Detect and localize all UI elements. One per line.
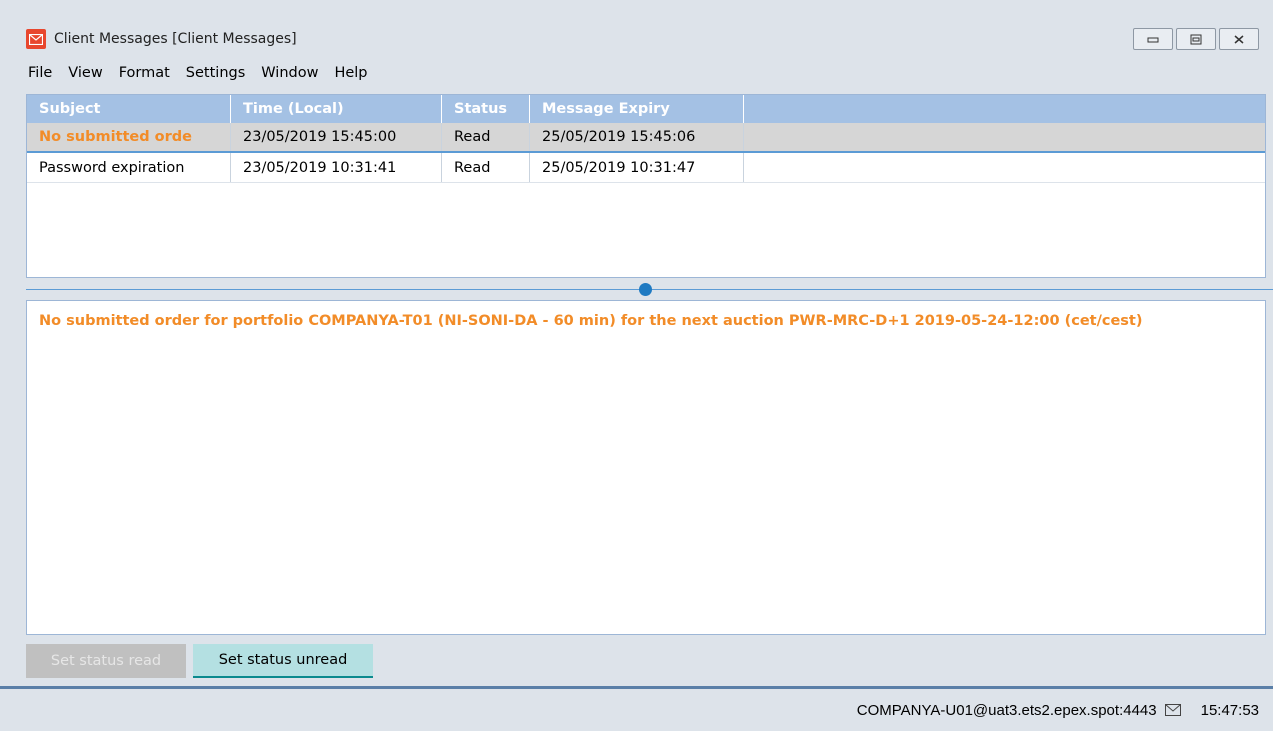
status-bar: COMPANYA-U01@uat3.ets2.epex.spot:4443 15… bbox=[0, 689, 1273, 731]
cell-status: Read bbox=[442, 123, 530, 151]
connection-info: COMPANYA-U01@uat3.ets2.epex.spot:4443 bbox=[856, 701, 1157, 719]
menu-bar: File View Format Settings Window Help bbox=[0, 60, 1273, 86]
column-header-expiry[interactable]: Message Expiry bbox=[530, 95, 744, 123]
table-row[interactable]: Password expiration 23/05/2019 10:31:41 … bbox=[27, 153, 1265, 183]
column-header-subject[interactable]: Subject bbox=[27, 95, 231, 123]
cell-subject: No submitted orde bbox=[27, 123, 231, 151]
column-header-status[interactable]: Status bbox=[442, 95, 530, 123]
cell-time: 23/05/2019 10:31:41 bbox=[231, 153, 442, 182]
message-detail-pane: No submitted order for portfolio COMPANY… bbox=[26, 300, 1266, 635]
window-title: Client Messages [Client Messages] bbox=[54, 31, 297, 47]
set-status-read-button[interactable]: Set status read bbox=[26, 644, 186, 678]
menu-settings[interactable]: Settings bbox=[178, 65, 253, 81]
cell-expiry: 25/05/2019 15:45:06 bbox=[530, 123, 744, 151]
envelope-icon bbox=[26, 29, 46, 49]
minimize-icon bbox=[1147, 37, 1159, 43]
cell-status: Read bbox=[442, 153, 530, 182]
mail-icon[interactable] bbox=[1164, 704, 1181, 716]
client-messages-window: Client Messages [Client Messages] File V… bbox=[0, 0, 1273, 731]
cell-time: 23/05/2019 15:45:00 bbox=[231, 123, 442, 151]
menu-window[interactable]: Window bbox=[253, 65, 326, 81]
title-bar: Client Messages [Client Messages] bbox=[0, 18, 1273, 60]
table-row[interactable]: No submitted orde 23/05/2019 15:45:00 Re… bbox=[27, 123, 1265, 153]
menu-help[interactable]: Help bbox=[326, 65, 375, 81]
menu-view[interactable]: View bbox=[60, 65, 110, 81]
window-controls bbox=[1133, 28, 1259, 50]
set-status-unread-button[interactable]: Set status unread bbox=[193, 644, 373, 678]
close-button[interactable] bbox=[1219, 28, 1259, 50]
column-header-time[interactable]: Time (Local) bbox=[231, 95, 442, 123]
status-clock: 15:47:53 bbox=[1200, 701, 1259, 719]
cell-subject: Password expiration bbox=[27, 153, 231, 182]
menu-file[interactable]: File bbox=[0, 65, 60, 81]
table-header: Subject Time (Local) Status Message Expi… bbox=[27, 95, 1265, 123]
cell-expiry: 25/05/2019 10:31:47 bbox=[530, 153, 744, 182]
close-icon bbox=[1234, 34, 1244, 44]
restore-icon bbox=[1190, 34, 1202, 44]
pane-splitter[interactable] bbox=[26, 283, 1273, 297]
restore-button[interactable] bbox=[1176, 28, 1216, 50]
splitter-handle[interactable] bbox=[639, 283, 652, 296]
messages-table: Subject Time (Local) Status Message Expi… bbox=[26, 94, 1266, 278]
minimize-button[interactable] bbox=[1133, 28, 1173, 50]
message-body: No submitted order for portfolio COMPANY… bbox=[39, 313, 1143, 329]
menu-format[interactable]: Format bbox=[111, 65, 178, 81]
